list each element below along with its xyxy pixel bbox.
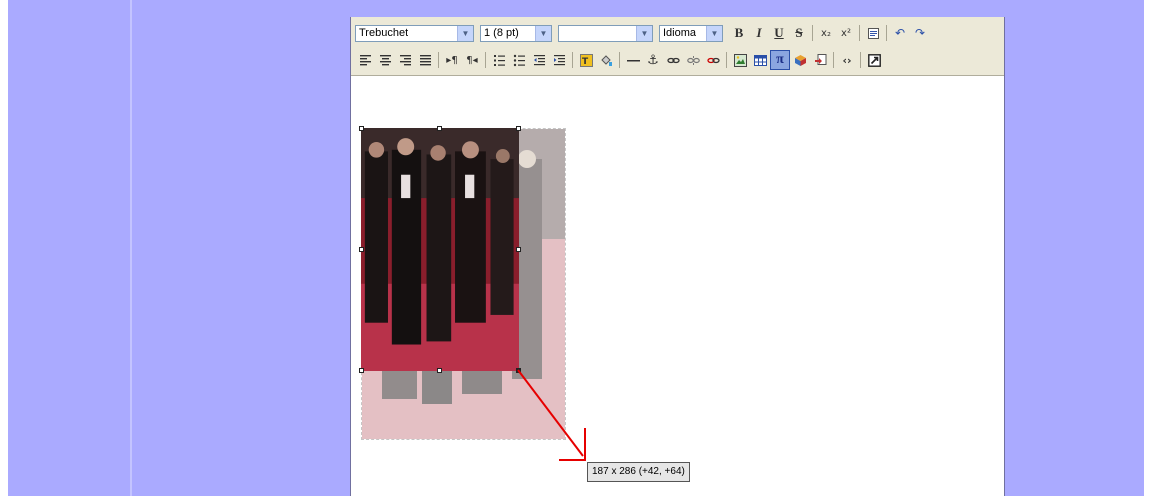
align-left-icon xyxy=(359,54,371,65)
toolbar-row-1: Trebuchet ▼ 1 (8 pt) ▼ ▼ Idioma ▼ B I U … xyxy=(355,22,930,44)
undo-button[interactable]: ↶ xyxy=(890,23,910,43)
ordered-list-button[interactable] xyxy=(489,50,509,70)
chevron-down-icon[interactable]: ▼ xyxy=(706,25,722,41)
ltr-button[interactable]: ▸¶ xyxy=(442,50,462,70)
chevron-down-icon[interactable]: ▼ xyxy=(457,25,473,41)
unlink-button[interactable] xyxy=(683,50,703,70)
link-icon xyxy=(666,57,680,63)
font-size-select[interactable]: 1 (8 pt) ▼ xyxy=(480,24,552,42)
indent-button[interactable] xyxy=(549,50,569,70)
italic-button[interactable]: I xyxy=(749,23,769,43)
resize-handle-right[interactable] xyxy=(516,247,521,252)
toolbar-separator xyxy=(859,25,860,41)
toolbar-separator xyxy=(572,52,573,68)
justify-icon xyxy=(419,54,431,65)
horizontal-rule-button[interactable] xyxy=(623,50,643,70)
rtl-icon: ¶◂ xyxy=(466,54,478,66)
insert-link-button[interactable] xyxy=(663,50,683,70)
html-source-button[interactable]: ‹› xyxy=(837,50,857,70)
unlink-icon xyxy=(686,55,700,65)
indent-icon xyxy=(553,54,565,65)
cube-icon xyxy=(794,54,806,66)
toolbar-separator xyxy=(812,25,813,41)
chevron-down-icon[interactable]: ▼ xyxy=(636,25,652,41)
drag-direction-arrow xyxy=(517,369,586,461)
align-center-icon xyxy=(379,54,391,65)
anchor-button[interactable]: ⚓ xyxy=(643,50,663,70)
code-icon: ‹› xyxy=(842,53,852,67)
chevron-down-icon[interactable]: ▼ xyxy=(535,25,551,41)
table-icon xyxy=(753,54,767,66)
toolbar-separator xyxy=(726,52,727,68)
language-value: Idioma xyxy=(663,27,697,39)
resize-handle-left[interactable] xyxy=(359,247,364,252)
outdent-icon xyxy=(533,54,545,65)
align-center-button[interactable] xyxy=(375,50,395,70)
redo-button[interactable]: ↷ xyxy=(910,23,930,43)
text-color-icon: T xyxy=(579,53,593,67)
pi-icon: π xyxy=(776,52,784,67)
font-size-value: 1 (8 pt) xyxy=(484,27,519,39)
rtl-button[interactable]: ¶◂ xyxy=(462,50,482,70)
insert-image-button[interactable] xyxy=(730,50,750,70)
left-sidebar xyxy=(8,0,130,496)
align-right-icon xyxy=(399,54,411,65)
selected-image[interactable] xyxy=(361,128,519,371)
bold-button[interactable]: B xyxy=(729,23,749,43)
toolbar-separator xyxy=(438,52,439,68)
fullscreen-button[interactable] xyxy=(864,50,884,70)
superscript-button[interactable]: x² xyxy=(836,23,856,43)
text-color-button[interactable]: T xyxy=(576,50,596,70)
insert-object-button[interactable] xyxy=(790,50,810,70)
strikethrough-button[interactable]: S xyxy=(789,23,809,43)
toolbar-separator xyxy=(886,25,887,41)
editor-content-area[interactable] xyxy=(351,76,1004,496)
unordered-list-icon xyxy=(513,54,525,66)
image-icon xyxy=(733,53,747,67)
font-family-select[interactable]: Trebuchet ▼ xyxy=(355,24,474,42)
insert-math-button[interactable]: π xyxy=(770,50,790,70)
resize-handle-top[interactable] xyxy=(437,126,442,131)
resize-handle-bottom[interactable] xyxy=(437,368,442,373)
paint-bucket-icon xyxy=(600,54,612,66)
ltr-icon: ▸¶ xyxy=(446,54,458,66)
resize-handle-bottom-left[interactable] xyxy=(359,368,364,373)
font-family-value: Trebuchet xyxy=(359,27,409,39)
anchor-icon: ⚓ xyxy=(647,52,659,68)
page-left-margin xyxy=(0,0,8,496)
align-left-button[interactable] xyxy=(355,50,375,70)
insert-table-button[interactable] xyxy=(750,50,770,70)
search-replace-icon xyxy=(814,53,826,65)
underline-button[interactable]: U xyxy=(769,23,789,43)
svg-text:T: T xyxy=(582,57,589,67)
fullscreen-icon xyxy=(867,53,881,67)
toolbar-separator xyxy=(860,52,861,68)
toolbar-row-2: ▸¶ ¶◂ T ⚓ π ‹› xyxy=(355,49,884,71)
background-color-button[interactable] xyxy=(596,50,616,70)
rich-text-editor: Trebuchet ▼ 1 (8 pt) ▼ ▼ Idioma ▼ B I U … xyxy=(350,17,1005,496)
language-select[interactable]: Idioma ▼ xyxy=(659,24,723,42)
resize-dimension-tooltip: 187 x 286 (+42, +64) xyxy=(587,462,690,482)
resize-handle-top-right[interactable] xyxy=(516,126,521,131)
broken-link-icon xyxy=(706,57,720,63)
resize-handle-top-left[interactable] xyxy=(359,126,364,131)
ordered-list-icon xyxy=(493,54,505,66)
outdent-button[interactable] xyxy=(529,50,549,70)
broken-link-button[interactable] xyxy=(703,50,723,70)
unordered-list-button[interactable] xyxy=(509,50,529,70)
editor-toolbar: Trebuchet ▼ 1 (8 pt) ▼ ▼ Idioma ▼ B I U … xyxy=(351,17,1004,76)
search-replace-button[interactable] xyxy=(810,50,830,70)
red-carpet-photo xyxy=(361,128,519,371)
toolbar-separator xyxy=(833,52,834,68)
align-right-button[interactable] xyxy=(395,50,415,70)
horizontal-rule-icon xyxy=(626,59,640,61)
subscript-button[interactable]: x₂ xyxy=(816,23,836,43)
paste-word-icon xyxy=(867,27,879,39)
paste-word-button[interactable] xyxy=(863,23,883,43)
toolbar-separator xyxy=(619,52,620,68)
toolbar-separator xyxy=(485,52,486,68)
justify-button[interactable] xyxy=(415,50,435,70)
style-select[interactable]: ▼ xyxy=(558,24,653,42)
